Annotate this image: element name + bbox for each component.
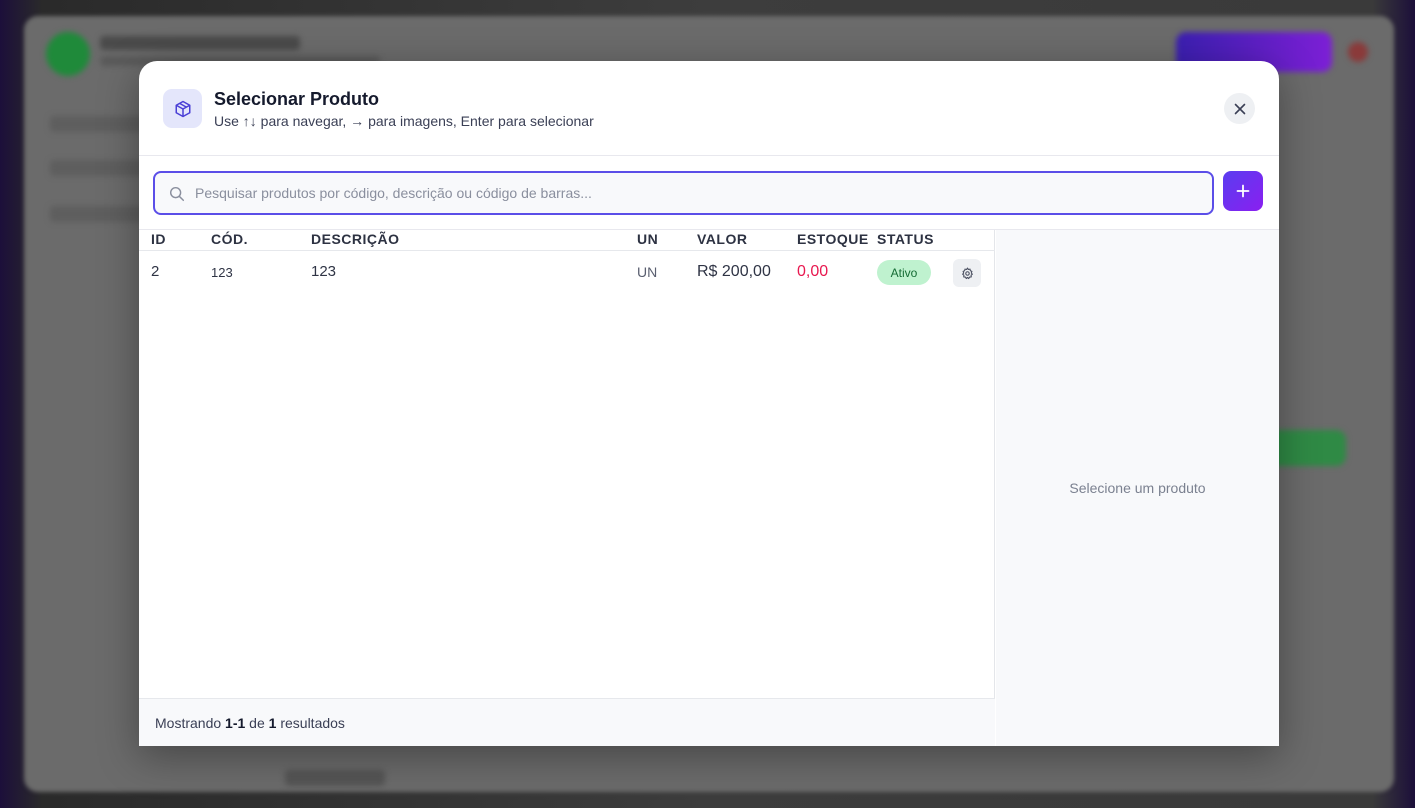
preview-empty-text: Selecione um produto [1069, 480, 1206, 496]
column-header-value[interactable]: VALOR [697, 231, 747, 247]
column-header-description[interactable]: DESCRIÇÃO [311, 231, 400, 247]
header-divider [139, 250, 995, 251]
cell-description: 123 [311, 263, 337, 280]
column-header-stock[interactable]: ESTOQUE [797, 231, 869, 247]
footer-range: 1-1 [225, 714, 246, 731]
plus-icon [1236, 184, 1250, 198]
cell-stock: 0,00 [797, 263, 829, 280]
results-footer: Mostrando 1-1 de 1 resultados [139, 698, 995, 746]
modal-subtitle: Use ↑↓ para navegar, → para imagens, Ent… [214, 113, 594, 129]
cell-id: 2 [151, 263, 160, 280]
row-settings-button[interactable] [953, 259, 981, 287]
footer-prefix: Mostrando [155, 714, 222, 731]
footer-of: de [249, 714, 265, 731]
background-footer [285, 770, 385, 786]
column-header-unit[interactable]: UN [637, 231, 658, 247]
add-product-button[interactable] [1223, 171, 1263, 211]
search-icon [169, 186, 185, 202]
background-logo [46, 32, 90, 76]
background-close [1348, 42, 1368, 62]
footer-total: 1 [268, 714, 277, 731]
search-input[interactable] [195, 173, 1205, 213]
background-title [100, 36, 300, 50]
product-list: ID CÓD. DESCRIÇÃO UN VALOR ESTOQUE STATU… [139, 230, 995, 746]
column-header-code[interactable]: CÓD. [211, 231, 248, 247]
cell-price: R$ 200,00 [697, 263, 771, 280]
select-product-modal: Selecionar Produto Use ↑↓ para navegar, … [139, 61, 1279, 746]
column-header-id[interactable]: ID [151, 231, 166, 247]
status-badge: Ativo [877, 260, 931, 285]
close-icon [1234, 103, 1245, 114]
column-header-status[interactable]: STATUS [877, 231, 934, 247]
modal-header: Selecionar Produto Use ↑↓ para navegar, … [139, 61, 1279, 156]
background-green-button [1268, 430, 1346, 466]
cell-unit: UN [637, 264, 658, 280]
search-box[interactable] [153, 171, 1214, 215]
search-area [139, 156, 1279, 230]
modal-title: Selecionar Produto [214, 89, 380, 109]
gear-icon [961, 267, 973, 279]
footer-suffix: resultados [280, 714, 345, 731]
product-preview: Selecione um produto [996, 230, 1279, 746]
close-button[interactable] [1224, 93, 1255, 124]
package-icon [163, 89, 202, 128]
cell-code: 123 [211, 265, 233, 280]
